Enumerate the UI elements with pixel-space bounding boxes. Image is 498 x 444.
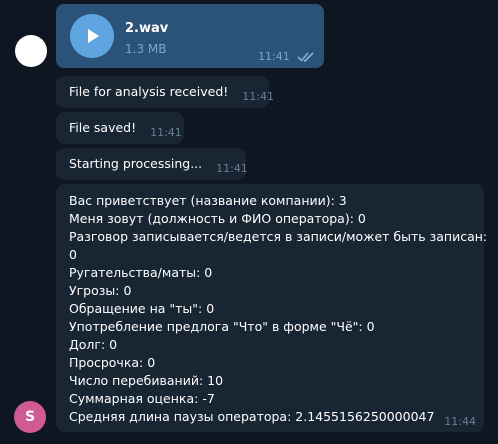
message-time: 11:41 [242, 90, 274, 103]
report-line: Долг: 0 [69, 337, 118, 352]
message-text: File for analysis received! [69, 84, 229, 99]
double-check-icon [297, 52, 314, 62]
report-line: Просрочка: 0 [69, 355, 156, 370]
audio-file-name: 2.wav [125, 21, 169, 36]
report-line: Разговор записывается/ведется в записи/м… [69, 229, 488, 244]
report-line: Обращение на "ты": 0 [69, 301, 215, 316]
report-line: Вас приветствует (название компании): 3 [69, 193, 347, 208]
message-time: 11:41 [150, 126, 182, 139]
play-button[interactable] [70, 14, 114, 58]
message-time: 11:41 [258, 50, 290, 63]
message-text: Starting processing... [69, 156, 203, 171]
message-bubble: File for analysis received! 11:41 [56, 76, 274, 108]
message-bubble: Starting processing... 11:41 [56, 148, 248, 180]
report-line: Меня зовут (должность и ФИО оператора): … [69, 211, 366, 226]
report-line: Число перебиваний: 10 [69, 373, 224, 388]
report-line: Средняя длина паузы оператора: 2.1455156… [69, 409, 435, 424]
play-icon [88, 29, 99, 43]
report-line: Употребление предлога "Что" в форме "Чё"… [69, 319, 375, 334]
message-time: 11:41 [216, 162, 248, 175]
report-line: Угрозы: 0 [69, 283, 132, 298]
report-line: 0 [69, 247, 77, 262]
message-time: 11:44 [444, 415, 476, 428]
message-bubble: File saved! 11:41 [56, 112, 184, 144]
report-line: Суммарная оценка: -7 [69, 391, 215, 406]
audio-message[interactable]: 2.wav 1.3 MB 11:41 [56, 4, 324, 68]
report-message: Вас приветствует (название компании): 3 … [56, 184, 488, 432]
avatar[interactable]: S [14, 401, 46, 433]
audio-file-size: 1.3 MB [125, 42, 167, 56]
avatar[interactable] [15, 35, 47, 67]
message-text: File saved! [69, 120, 137, 135]
report-line: Ругательства/маты: 0 [69, 265, 213, 280]
